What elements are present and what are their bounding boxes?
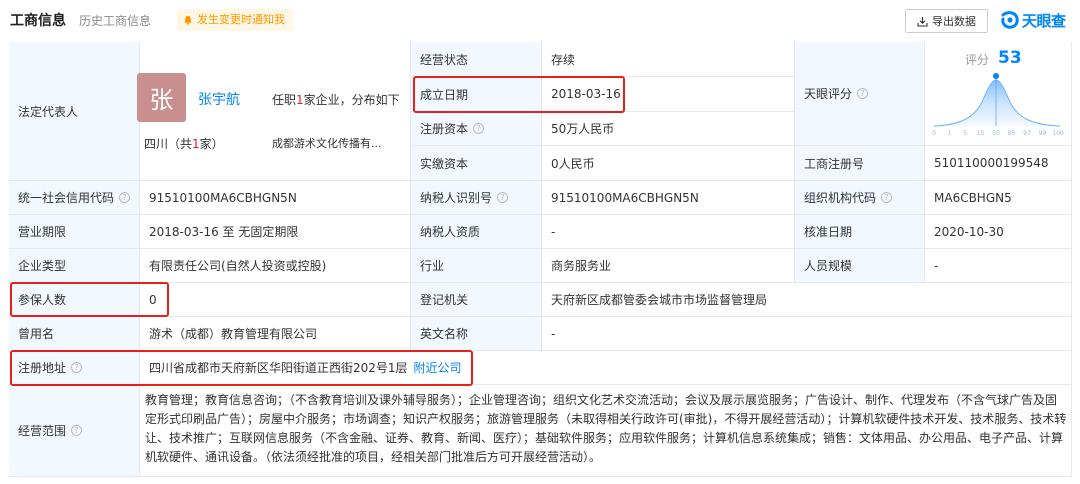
bell-icon — [184, 16, 192, 25]
legal-rep-region: 四川（共1家） — [144, 137, 224, 151]
reg-capital-label: 注册资本? — [411, 112, 542, 146]
paid-capital-label: 实缴资本 — [411, 146, 542, 181]
export-label: 导出数据 — [932, 15, 976, 28]
score-tick-label: 85 — [1008, 130, 1016, 137]
biz-reg-no-value: 510110000199548 — [925, 146, 1072, 181]
help-icon[interactable]: ? — [881, 192, 893, 203]
notify-label: 发生变更时通知我 — [197, 13, 285, 26]
english-name-value: - — [542, 317, 1072, 351]
help-icon[interactable]: ? — [857, 88, 869, 99]
help-icon[interactable]: ? — [71, 362, 83, 373]
section-title: 工商信息 — [10, 13, 66, 29]
taxpayer-qual-label: 纳税人资质 — [411, 215, 542, 249]
authority-value: 天府新区成都管委会城市市场监督管理局 — [542, 283, 1072, 317]
score-tick-label: 99 — [1039, 130, 1047, 137]
insured-label: 参保人数 — [9, 283, 140, 317]
score-tick-label: 50 — [992, 130, 1000, 137]
credit-code-value: 91510100MA6CBHGN5N — [140, 181, 411, 215]
taxpayer-qual-value: - — [542, 215, 795, 249]
score-label-cell: 天眼评分? — [795, 42, 925, 146]
help-icon[interactable]: ? — [497, 192, 509, 203]
former-name-value: 游术（成都）教育管理有限公司 — [140, 317, 411, 351]
help-icon[interactable]: ? — [71, 425, 83, 436]
approval-value: 2020-10-30 — [925, 215, 1072, 249]
credit-code-label: 统一社会信用代码? — [9, 181, 140, 215]
download-icon — [917, 16, 928, 27]
industry-label: 行业 — [411, 249, 542, 283]
score-tick-label: 5 — [963, 130, 967, 137]
export-button[interactable]: 导出数据 — [905, 9, 988, 33]
help-icon[interactable]: ? — [473, 123, 485, 134]
type-label: 企业类型 — [9, 249, 140, 283]
page-header: 工商信息 历史工商信息 发生变更时通知我 导出数据 天眼查 — [0, 0, 1080, 40]
term-label: 营业期限 — [9, 215, 140, 249]
founded-value: 2018-03-16 — [542, 77, 795, 112]
org-code-value: MA6CBHGN5 — [925, 181, 1072, 215]
approval-label: 核准日期 — [795, 215, 925, 249]
score-tick-label: 0 — [932, 130, 936, 137]
legal-rep-name-link[interactable]: 张宇航 — [198, 89, 240, 109]
scope-value: 教育管理；教育信息咨询；（不含教育培训及课外辅导服务）；企业管理咨询；组织文化艺… — [145, 393, 1067, 464]
type-value: 有限责任公司(自然人投资或控股) — [140, 249, 411, 283]
address-label: 注册地址? — [9, 351, 140, 385]
logo-text: 天眼查 — [1022, 11, 1066, 30]
legal-rep-company-link[interactable]: 成都游术文化传播有... — [272, 135, 382, 151]
reg-capital-value: 50万人民币 — [542, 112, 795, 146]
tab-history[interactable]: 历史工商信息 — [79, 12, 151, 29]
term-value: 2018-03-16 至 无固定期限 — [140, 215, 411, 249]
insured-value: 0 — [140, 283, 411, 317]
former-name-label: 曾用名 — [9, 317, 140, 351]
legal-rep-positions: 任职1家企业，分布如下 — [272, 93, 400, 107]
avatar: 张 — [137, 73, 186, 122]
score-tick-label: 1 — [948, 130, 952, 137]
notify-button[interactable]: 发生变更时通知我 — [177, 9, 293, 31]
industry-value: 商务服务业 — [542, 249, 795, 283]
scope-label: 经营范围? — [9, 385, 140, 477]
legal-rep-label: 法定代表人 — [9, 42, 140, 181]
status-label: 经营状态 — [411, 42, 542, 77]
founded-label: 成立日期 — [411, 77, 542, 112]
nearby-companies-link[interactable]: 附近公司 — [414, 359, 462, 376]
english-name-label: 英文名称 — [411, 317, 542, 351]
tianyancha-logo: 天眼查 — [1000, 9, 1066, 31]
staff-value: - — [925, 249, 1072, 283]
score-tick-label: 97 — [1023, 130, 1031, 137]
authority-label: 登记机关 — [411, 283, 542, 317]
score-number: 53 — [998, 48, 1022, 68]
taxpayer-id-label: 纳税人识别号? — [411, 181, 542, 215]
org-code-label: 组织机构代码? — [795, 181, 925, 215]
paid-capital-value: 0人民币 — [542, 146, 795, 181]
staff-label: 人员规模 — [795, 249, 925, 283]
score-tick-label: 100 — [1052, 130, 1064, 137]
biz-reg-no-label: 工商注册号 — [795, 146, 925, 181]
address-value: 四川省成都市天府新区华阳街道正西街202号1层 附近公司 — [140, 351, 1072, 385]
help-icon[interactable]: ? — [119, 192, 131, 203]
score-distribution-chart: 0 1 5 15 50 85 97 99 100 — [932, 73, 1064, 137]
logo-eye-icon — [1001, 11, 1019, 29]
taxpayer-id-value: 91510100MA6CBHGN5N — [542, 181, 795, 215]
score-caption: 评分 — [965, 53, 990, 67]
status-value: 存续 — [542, 42, 795, 77]
score-tick-label: 15 — [977, 130, 985, 137]
